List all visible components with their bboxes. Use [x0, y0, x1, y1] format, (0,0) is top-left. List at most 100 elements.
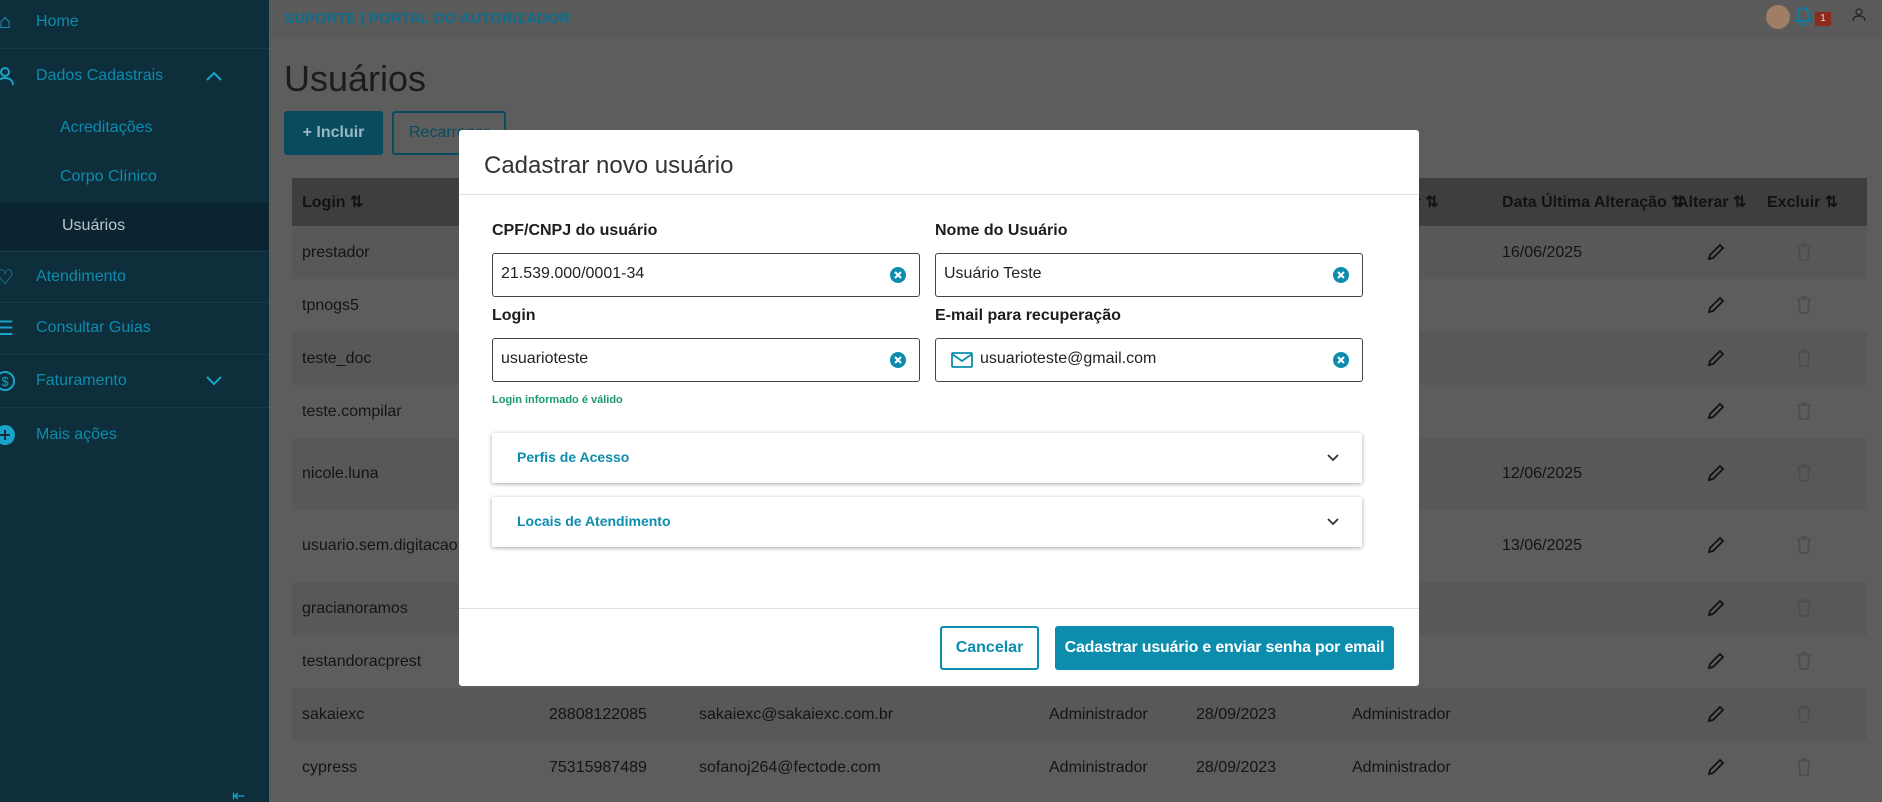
user-icon: [0, 63, 18, 89]
cell-login: nicole.luna: [302, 465, 379, 482]
cpf-field[interactable]: [492, 253, 920, 297]
cell-cpf: 28808122085: [549, 705, 647, 723]
sidebar-item-label: Home: [36, 13, 79, 30]
accordion-perfis-de-acesso[interactable]: Perfis de Acesso: [492, 433, 1362, 483]
cell-login: sakaiexc: [302, 705, 365, 723]
sidebar-subitem-label: Corpo Clínico: [60, 168, 157, 185]
pencil-icon[interactable]: [1706, 757, 1726, 782]
pencil-icon[interactable]: [1706, 401, 1726, 426]
cell-alt: 13/06/2025: [1502, 537, 1583, 554]
chevron-down-icon: [1327, 454, 1339, 462]
cpf-label: CPF/CNPJ do usuário: [492, 222, 658, 239]
trash-icon[interactable]: [1795, 535, 1813, 560]
email-label: E-mail para recuperação: [935, 307, 1121, 324]
page-title: Usuários: [284, 58, 427, 99]
plus-circle-icon: [0, 422, 18, 448]
sidebar: ⌂ Home Dados Cadastrais Acreditações Cor…: [0, 0, 269, 802]
chevron-down-icon: [206, 373, 222, 389]
email-input[interactable]: [980, 350, 1320, 368]
accordion-label: Locais de Atendimento: [517, 513, 671, 529]
pencil-icon[interactable]: [1706, 295, 1726, 320]
trash-icon[interactable]: [1795, 598, 1813, 623]
cell-login: teste.compilar: [302, 402, 402, 420]
trash-icon[interactable]: [1795, 242, 1813, 267]
cell-alt: 16/06/2025: [1502, 243, 1583, 261]
clear-icon[interactable]: [889, 266, 907, 284]
cell-perfil: Administrador: [1049, 758, 1148, 776]
nome-label: Nome do Usuário: [935, 222, 1068, 239]
cell-por: Administrador: [1352, 705, 1451, 723]
trash-icon[interactable]: [1795, 463, 1813, 488]
login-field[interactable]: [492, 338, 920, 382]
bell-icon[interactable]: [1794, 6, 1812, 31]
cell-por: Administrador: [1352, 758, 1451, 776]
sidebar-item-home[interactable]: ⌂ Home: [0, 0, 269, 48]
dollar-icon: $: [0, 368, 18, 394]
sidebar-item-corpo-clinico[interactable]: Corpo Clínico: [0, 153, 269, 201]
sidebar-item-dados-cadastrais[interactable]: Dados Cadastrais: [0, 50, 269, 102]
collapse-sidebar-icon[interactable]: ⇤: [232, 786, 245, 802]
table-row: sakaiexc 28808122085 sakaiexc@sakaiexc.com…: [292, 688, 1867, 741]
pencil-icon[interactable]: [1706, 242, 1726, 267]
column-header-alterar[interactable]: Alterar ⇅: [1677, 192, 1746, 212]
nome-field[interactable]: [935, 253, 1363, 297]
email-field[interactable]: [935, 338, 1363, 382]
clear-icon[interactable]: [1332, 266, 1350, 284]
sidebar-item-acreditacoes[interactable]: Acreditações: [0, 104, 269, 152]
trash-icon[interactable]: [1795, 401, 1813, 426]
top-bar: SUPORTE | PORTAL DO AUTORIZADOR 1: [269, 0, 1882, 38]
cell-login: usuario.sem.digitacao: [302, 537, 458, 554]
login-label: Login: [492, 307, 536, 324]
cell-perfil: Administrador: [1049, 705, 1148, 723]
brand-title: SUPORTE | PORTAL DO AUTORIZADOR: [284, 10, 571, 27]
column-header-data-alteracao[interactable]: Data Última Alteração ⇅: [1502, 192, 1685, 212]
pencil-icon[interactable]: [1706, 535, 1726, 560]
trash-icon[interactable]: [1795, 704, 1813, 729]
column-header-excluir[interactable]: Excluir ⇅: [1767, 192, 1838, 212]
heart-icon: ♡: [0, 266, 14, 289]
chevron-down-icon: [1327, 518, 1339, 526]
cell-login: tpnogs5: [302, 296, 359, 314]
sidebar-item-usuarios[interactable]: Usuários: [0, 202, 269, 250]
trash-icon[interactable]: [1795, 295, 1813, 320]
sidebar-subitem-label: Usuários: [62, 217, 126, 234]
cell-email: sofanoj264@fectode.com: [699, 758, 881, 776]
cell-login: prestador: [302, 243, 370, 261]
sidebar-item-atendimento[interactable]: ♡ Atendimento: [0, 251, 269, 303]
notification-badge: 1: [1815, 12, 1831, 26]
sidebar-item-label: Mais ações: [36, 426, 117, 443]
pencil-icon[interactable]: [1706, 348, 1726, 373]
pencil-icon[interactable]: [1706, 463, 1726, 488]
divider: [459, 608, 1419, 609]
trash-icon[interactable]: [1795, 757, 1813, 782]
table-row: cypress 75315987489 sofanoj264@fectode.com…: [292, 741, 1867, 794]
avatar[interactable]: [1766, 5, 1790, 29]
pencil-icon[interactable]: [1706, 651, 1726, 676]
sidebar-item-label: Atendimento: [36, 268, 126, 285]
cell-email: sakaiexc@sakaiexc.com.br: [699, 705, 894, 723]
trash-icon[interactable]: [1795, 651, 1813, 676]
incluir-button[interactable]: + Incluir: [284, 111, 383, 155]
sidebar-item-mais-acoes[interactable]: Mais ações: [0, 409, 269, 461]
cpf-input[interactable]: [501, 265, 881, 283]
pencil-icon[interactable]: [1706, 598, 1726, 623]
user-menu-icon[interactable]: [1852, 8, 1870, 26]
sidebar-subitem-label: Acreditações: [60, 119, 153, 136]
divider: [0, 407, 269, 408]
submit-button[interactable]: Cadastrar usuário e enviar senha por ema…: [1055, 626, 1394, 670]
sidebar-item-faturamento[interactable]: $ Faturamento: [0, 355, 269, 407]
nome-input[interactable]: [944, 265, 1324, 283]
clear-icon[interactable]: [1332, 351, 1350, 369]
pencil-icon[interactable]: [1706, 704, 1726, 729]
cell-data: 28/09/2023: [1196, 758, 1277, 776]
cancel-button[interactable]: Cancelar: [940, 626, 1039, 670]
clear-icon[interactable]: [889, 351, 907, 369]
column-header-login[interactable]: Login ⇅: [302, 192, 363, 212]
chevron-up-icon: [206, 68, 222, 84]
trash-icon[interactable]: [1795, 348, 1813, 373]
mail-icon: [951, 352, 973, 368]
login-input[interactable]: [501, 350, 881, 368]
svg-text:$: $: [1, 374, 9, 389]
sidebar-item-consultar-guias[interactable]: ☰ Consultar Guias: [0, 302, 269, 354]
accordion-locais-de-atendimento[interactable]: Locais de Atendimento: [492, 497, 1362, 547]
